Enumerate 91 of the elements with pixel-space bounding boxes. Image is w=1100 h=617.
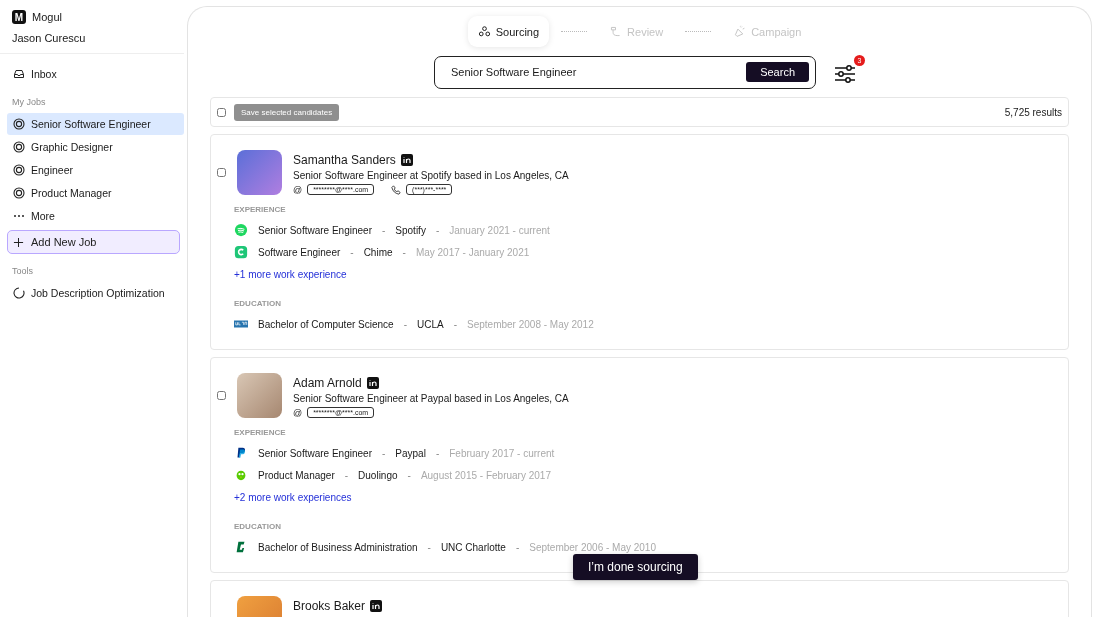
review-icon <box>609 25 623 38</box>
user-name: Jason Curescu <box>0 24 184 54</box>
target-icon <box>13 118 25 130</box>
section-heading: EXPERIENCE <box>234 205 287 214</box>
sourcing-icon <box>477 25 491 38</box>
candidate-checkbox[interactable] <box>217 391 226 400</box>
separator-dash: - <box>515 541 520 553</box>
photo-placeholder <box>237 150 282 195</box>
target-icon <box>13 187 25 199</box>
app-logo: M <box>12 10 26 24</box>
separator-dash: - <box>381 447 386 459</box>
section-heading: Tools <box>11 266 34 276</box>
inbox-icon <box>13 68 25 80</box>
done-sourcing-button[interactable]: I’m done sourcing <box>573 554 698 580</box>
inbox-label: Inbox <box>31 68 57 80</box>
more-label: More <box>31 210 55 222</box>
entry-dates: May 2017 - January 2021 <box>415 246 530 258</box>
profile-link-icon[interactable] <box>400 154 413 166</box>
more-item[interactable]: More <box>7 205 184 227</box>
separator-dash: - <box>435 447 440 459</box>
separator-dash: - <box>402 246 406 258</box>
plus-icon <box>13 236 24 248</box>
entry-title: Senior Software Engineer <box>258 224 372 236</box>
phone-icon <box>391 184 402 195</box>
sliders-icon <box>834 62 856 85</box>
section-heading: EXPERIENCE <box>234 428 287 437</box>
separator-dash: - <box>407 469 411 481</box>
profile-link-icon[interactable] <box>366 377 379 389</box>
entry-organization: UNC Charlotte <box>440 541 506 553</box>
entry-dates: January 2021 - current <box>449 224 550 236</box>
loading-icon <box>13 287 25 299</box>
candidate-name: Brooks Baker <box>293 599 366 613</box>
target-icon <box>13 164 25 176</box>
job-item[interactable]: Product Manager <box>7 182 184 204</box>
job-item[interactable]: Graphic Designer <box>7 136 184 158</box>
entry-organization: Chime <box>363 246 393 258</box>
search-field[interactable]: Senior Software Engineer Search <box>434 55 816 89</box>
job-item[interactable]: Senior Software Engineer <box>7 113 184 135</box>
job-label: Engineer <box>31 164 74 176</box>
entry-organization: Duolingo <box>358 469 398 481</box>
select-all-checkbox[interactable] <box>217 107 226 117</box>
candidate-name: Samantha Sanders <box>293 153 396 167</box>
more-experience-link[interactable]: +2 more work experiences <box>234 492 352 503</box>
more-experience-link[interactable]: +1 more work experience <box>234 269 347 280</box>
separator-dash: - <box>344 469 349 481</box>
profile-link-icon[interactable] <box>370 600 383 612</box>
section-heading: EDUCATION <box>234 299 282 308</box>
entry-title: Senior Software Engineer <box>258 447 372 459</box>
entry-organization: Paypal <box>395 447 426 459</box>
entry-organization: UCLA <box>416 318 444 330</box>
entry-dates: August 2015 - February 2017 <box>420 469 551 481</box>
email-label: @ <box>293 407 303 418</box>
job-item[interactable]: Engineer <box>7 159 184 181</box>
results-count: 5,725 results <box>1004 106 1062 118</box>
email-label: @ <box>293 184 303 195</box>
company-logo-icon <box>234 223 248 237</box>
entry-dates: September 2008 - May 2012 <box>467 318 594 330</box>
entry-title: Software Engineer <box>258 246 341 258</box>
separator-dash: - <box>381 224 386 236</box>
add-job-button[interactable]: Add New Job <box>7 230 180 254</box>
candidate-name: Adam Arnold <box>293 376 362 390</box>
search-button[interactable]: Search <box>746 62 809 82</box>
candidate-headline: Senior Software Engineer at Paypal based in Los Angeles, CA <box>293 393 569 404</box>
photo-placeholder <box>237 373 282 418</box>
separator-dash: - <box>350 246 354 258</box>
candidate-headline: Senior Software Engineer at Spotify based in Los Angeles, CA <box>293 170 569 181</box>
job-label: Product Manager <box>31 187 112 199</box>
job-label: Senior Software Engineer <box>31 118 151 130</box>
separator-dash: - <box>453 318 457 330</box>
entry-title: Bachelor of Computer Science <box>258 318 394 330</box>
job-label: Graphic Designer <box>31 141 113 153</box>
tool-item[interactable]: Job Description Optimization <box>7 282 184 304</box>
entry-dates: February 2017 - current <box>449 447 555 459</box>
campaign-icon <box>733 25 747 38</box>
company-logo-icon <box>234 245 248 259</box>
entry-title: Product Manager <box>258 469 335 481</box>
tool-label: Job Description Optimization <box>31 287 165 299</box>
inbox-item[interactable]: Inbox <box>7 63 184 85</box>
step-tab[interactable]: Sourcing <box>467 16 550 47</box>
section-heading: EDUCATION <box>234 522 282 531</box>
section-heading: My Jobs <box>11 97 47 107</box>
entry-dates: September 2006 - May 2010 <box>529 541 656 553</box>
separator-dash: - <box>427 541 431 553</box>
separator-dash: - <box>435 224 440 236</box>
app-name: Mogul <box>32 11 62 23</box>
entry-title: Bachelor of Business Administration <box>258 541 418 553</box>
candidate-checkbox[interactable] <box>217 168 226 177</box>
entry-organization: Spotify <box>395 224 426 236</box>
separator-dash: - <box>403 318 407 330</box>
target-icon <box>13 141 25 153</box>
company-logo-icon <box>234 468 248 482</box>
